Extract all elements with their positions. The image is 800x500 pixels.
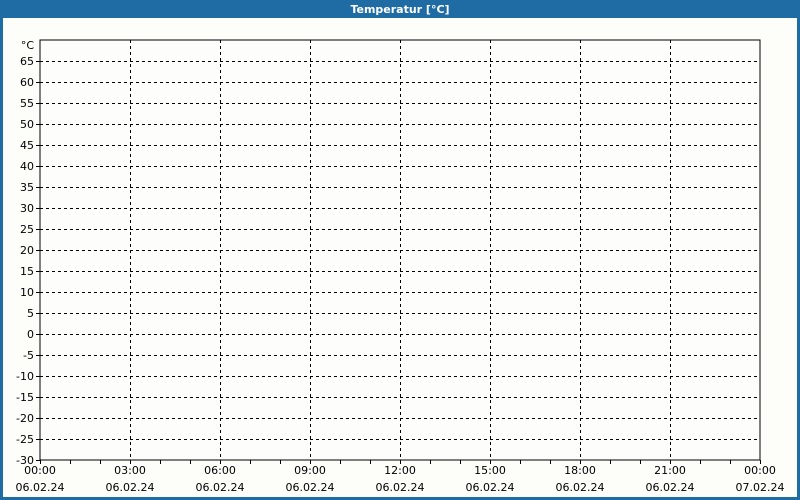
x-time-label: 15:00 [474,464,506,477]
x-time-label: 00:00 [744,464,776,477]
x-date-label: 06.02.24 [286,481,335,494]
y-tick-label: 40 [20,160,34,173]
y-tick-label: 0 [27,328,34,341]
y-tick-label: 25 [20,223,34,236]
y-tick-label: 30 [20,202,34,215]
x-time-label: 06:00 [204,464,236,477]
x-time-label: 18:00 [564,464,596,477]
x-date-label: 06.02.24 [556,481,605,494]
x-date-label: 06.02.24 [16,481,65,494]
y-tick-label: 5 [27,307,34,320]
x-time-label: 00:00 [24,464,56,477]
y-tick-label: -10 [16,370,34,383]
y-tick-label: 10 [20,286,34,299]
y-tick-label: 45 [20,139,34,152]
y-tick-label: 50 [20,118,34,131]
x-date-label: 07.02.24 [736,481,785,494]
y-tick-label: -5 [23,349,34,362]
chart-window: Temperatur [°C] 65 60 55 50 45 40 35 30 25 20 15 10… [0,0,800,500]
y-tick-label: 60 [20,76,34,89]
x-date-label: 06.02.24 [376,481,425,494]
x-date-label: 06.02.24 [646,481,695,494]
y-tick-label: 65 [20,55,34,68]
x-time-label: 09:00 [294,464,326,477]
x-time-label: 21:00 [654,464,686,477]
temperature-chart: 65605550454035302520151050-5-10-15-20-25… [16,39,785,494]
x-date-label: 06.02.24 [106,481,155,494]
y-tick-label: -25 [16,433,34,446]
y-tick-label: 55 [20,97,34,110]
y-tick-label: -15 [16,391,34,404]
x-date-label: 06.02.24 [466,481,515,494]
y-tick-label: 20 [20,244,34,257]
x-time-label: 03:00 [114,464,146,477]
x-date-label: 06.02.24 [196,481,245,494]
x-time-label: 12:00 [384,464,416,477]
y-tick-label: -20 [16,412,34,425]
y-tick-label: 15 [20,265,34,278]
y-tick-label: 35 [20,181,34,194]
y-axis-unit-label: °C [21,39,35,52]
